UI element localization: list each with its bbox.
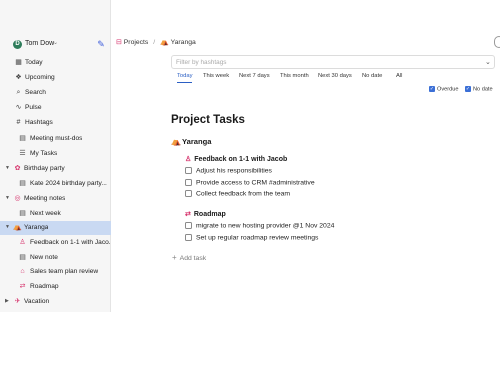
sidebar-item-roadmap[interactable]: ⇄ Roadmap bbox=[0, 280, 111, 294]
note-icon: ▤ bbox=[19, 135, 26, 142]
project-icon: ⛺ bbox=[160, 39, 169, 46]
task-group-title[interactable]: ♙ Feedback on 1-1 with Jacob bbox=[185, 155, 287, 163]
project-icon: ⛺ bbox=[171, 137, 181, 146]
tab-next-7-days[interactable]: Next 7 days bbox=[239, 71, 270, 83]
date-tabs: Today This week Next 7 days This month N… bbox=[171, 71, 421, 83]
roadmap-icon: ⇄ bbox=[19, 283, 26, 290]
pulse-icon: ∿ bbox=[15, 104, 22, 111]
expand-arrow-icon[interactable]: ▶ bbox=[5, 298, 9, 304]
page-title: Project Tasks bbox=[171, 114, 245, 126]
task-checkbox[interactable] bbox=[185, 179, 192, 186]
panel-toggle-button[interactable] bbox=[494, 36, 500, 48]
hashtag-icon: # bbox=[16, 119, 21, 126]
project-icon: ✿ bbox=[14, 165, 21, 172]
search-icon: ⌕ bbox=[16, 89, 21, 96]
project-heading[interactable]: ⛺Yaranga bbox=[171, 137, 212, 146]
tab-this-week[interactable]: This week bbox=[203, 71, 229, 83]
hashtag-filter[interactable]: ⌄ bbox=[171, 55, 495, 69]
sidebar: D Tom Dow ⌄ ✎ ▦ Today ❖ Upcoming ⌕ Searc… bbox=[0, 0, 111, 312]
upcoming-icon: ❖ bbox=[15, 74, 22, 81]
project-icon: ⛺ bbox=[13, 224, 22, 231]
task-item[interactable]: Provide access to CRM #administrative bbox=[185, 179, 315, 189]
task-item[interactable]: Adjust his responsibilities bbox=[185, 167, 272, 177]
presentation-icon: ⌂ bbox=[20, 268, 25, 275]
expand-arrow-icon[interactable]: ▼ bbox=[5, 195, 10, 201]
task-item[interactable]: Collect feedback from the team bbox=[185, 190, 290, 200]
note-icon: ▤ bbox=[19, 180, 26, 187]
person-icon: ♙ bbox=[19, 239, 26, 246]
breadcrumb-separator: / bbox=[153, 38, 156, 46]
add-task-button[interactable]: + Add task bbox=[172, 253, 206, 262]
sidebar-item-birthday-party[interactable]: ▼ ✿ Birthday party bbox=[0, 162, 111, 176]
sidebar-item-my-tasks[interactable]: ☰ My Tasks bbox=[0, 147, 111, 161]
folder-icon: ⊟ bbox=[116, 39, 122, 46]
roadmap-icon: ⇄ bbox=[185, 211, 191, 218]
plus-icon: + bbox=[172, 253, 177, 262]
chevron-down-icon: ⌄ bbox=[53, 40, 59, 46]
sidebar-item-next-week[interactable]: ▤ Next week bbox=[0, 207, 111, 221]
sidebar-item-new-note[interactable]: ▤ New note bbox=[0, 251, 111, 265]
expand-arrow-icon[interactable]: ▼ bbox=[5, 165, 10, 171]
sidebar-item-sales-plan[interactable]: ⌂ Sales team plan review bbox=[0, 265, 111, 279]
checkbox-checked[interactable]: ✓ bbox=[429, 86, 435, 92]
sidebar-item-yaranga[interactable]: ▼ ⛺ Yaranga bbox=[0, 221, 111, 235]
avatar: D bbox=[13, 40, 22, 49]
tab-next-30-days[interactable]: Next 30 days bbox=[318, 71, 352, 83]
sidebar-item-feedback[interactable]: ♙ Feedback on 1-1 with Jaco... bbox=[0, 236, 111, 250]
task-item[interactable]: Set up regular roadmap review meetings bbox=[185, 234, 318, 244]
sidebar-item-kate-birthday[interactable]: ▤ Kate 2024 birthday party... bbox=[0, 177, 111, 191]
plane-icon: ✈ bbox=[14, 298, 21, 305]
expand-arrow-icon[interactable]: ▼ bbox=[5, 224, 10, 230]
sidebar-item-pulse[interactable]: ∿ Pulse bbox=[0, 101, 111, 115]
task-checkbox[interactable] bbox=[185, 222, 192, 229]
sidebar-item-meeting-must-dos[interactable]: ▤ Meeting must-dos bbox=[0, 132, 111, 146]
note-icon: ▤ bbox=[19, 254, 26, 261]
no-date-option[interactable]: ✓ No date bbox=[465, 86, 493, 96]
breadcrumb-current[interactable]: Yaranga bbox=[171, 39, 196, 46]
task-group-title[interactable]: ⇄ Roadmap bbox=[185, 210, 226, 218]
task-checkbox[interactable] bbox=[185, 167, 192, 174]
checkbox-checked[interactable]: ✓ bbox=[465, 86, 471, 92]
person-icon: ♙ bbox=[185, 156, 192, 163]
chevron-down-icon[interactable]: ⌄ bbox=[485, 58, 491, 66]
hashtag-filter-input[interactable] bbox=[176, 58, 476, 67]
tab-no-date[interactable]: No date bbox=[362, 71, 382, 83]
tab-this-month[interactable]: This month bbox=[280, 71, 309, 83]
overdue-option[interactable]: ✓ Overdue bbox=[429, 86, 458, 96]
tab-all[interactable]: All bbox=[396, 71, 402, 83]
sidebar-item-hashtags[interactable]: # Hashtags bbox=[0, 116, 111, 130]
sidebar-item-upcoming[interactable]: ❖ Upcoming bbox=[0, 71, 111, 85]
sidebar-item-vacation[interactable]: ▶ ✈ Vacation bbox=[0, 295, 111, 309]
tasks-icon: ☰ bbox=[19, 150, 26, 157]
breadcrumb-projects[interactable]: Projects bbox=[124, 39, 149, 46]
user-menu[interactable]: D Tom Dow ⌄ ✎ bbox=[0, 37, 111, 53]
sidebar-item-today[interactable]: ▦ Today bbox=[0, 56, 111, 70]
sidebar-item-search[interactable]: ⌕ Search bbox=[0, 86, 111, 100]
compose-button[interactable]: ✎ bbox=[95, 38, 107, 50]
breadcrumb: ⊟ Projects / ⛺ Yaranga bbox=[116, 38, 196, 50]
user-name: Tom Dow bbox=[25, 40, 55, 47]
task-checkbox[interactable] bbox=[185, 190, 192, 197]
project-icon: ◎ bbox=[14, 195, 21, 202]
note-icon: ▤ bbox=[19, 210, 26, 217]
task-checkbox[interactable] bbox=[185, 234, 192, 241]
sidebar-item-meeting-notes[interactable]: ▼ ◎ Meeting notes bbox=[0, 192, 111, 206]
tab-today[interactable]: Today bbox=[177, 71, 193, 83]
task-item[interactable]: migrate to new hosting provider @1 Nov 2… bbox=[185, 222, 334, 232]
calendar-icon: ▦ bbox=[15, 59, 22, 66]
